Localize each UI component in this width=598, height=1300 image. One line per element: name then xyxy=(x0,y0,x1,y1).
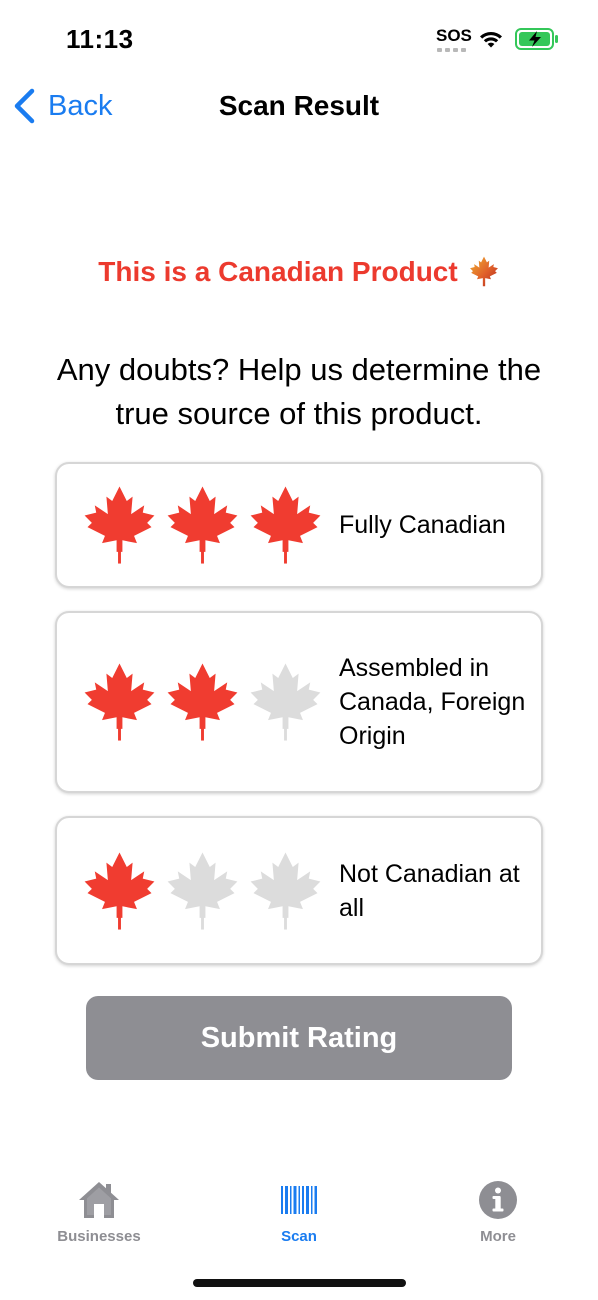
home-indicator xyxy=(193,1279,406,1287)
tab-label: Scan xyxy=(281,1228,317,1245)
screen: 11:13 SOS Back Scan Result This is a Can… xyxy=(0,0,598,1300)
status-bar: 11:13 SOS xyxy=(0,0,598,80)
maple-leaf-rating xyxy=(83,851,323,931)
home-icon xyxy=(79,1182,119,1218)
result-headline: This is a Canadian Product xyxy=(0,256,598,288)
maple-leaf-empty-icon xyxy=(167,851,238,930)
maple-leaf-emoji-icon xyxy=(469,256,498,287)
info-icon xyxy=(479,1181,517,1219)
navigation-bar: Back Scan Result xyxy=(0,80,598,134)
option-label: Assembled in Canada, Foreign Origin xyxy=(339,654,526,750)
status-time: 11:13 xyxy=(66,24,134,54)
option-label: Fully Canadian xyxy=(339,511,506,539)
maple-leaf-filled-icon xyxy=(84,663,155,741)
rating-prompt: Any doubts? Help us determine the true s… xyxy=(56,352,542,431)
maple-leaf-empty-icon xyxy=(250,851,321,930)
sos-indicator: SOS xyxy=(436,26,472,45)
option-card-fully-canadian[interactable]: Fully Canadian xyxy=(55,462,543,588)
option-card-assembled-in-canada[interactable]: Assembled in Canada, Foreign Origin xyxy=(55,611,543,793)
maple-leaf-rating xyxy=(83,662,323,742)
maple-leaf-filled-icon xyxy=(84,851,155,930)
tab-label: Businesses xyxy=(57,1228,141,1245)
submit-rating-button[interactable]: Submit Rating xyxy=(86,996,512,1080)
wifi-icon xyxy=(480,32,502,48)
page-title: Scan Result xyxy=(218,90,380,121)
result-headline-text: This is a Canadian Product xyxy=(98,256,458,287)
tab-label: More xyxy=(480,1228,516,1245)
tab-more[interactable]: More xyxy=(438,1170,558,1250)
tab-bar: Businesses Scan More xyxy=(0,1170,598,1260)
maple-leaf-empty-icon xyxy=(250,663,321,741)
option-label: Not Canadian at all xyxy=(339,859,520,922)
maple-leaf-rating xyxy=(83,485,323,565)
signal-dots-icon xyxy=(437,48,467,52)
maple-leaf-filled-icon xyxy=(84,486,155,564)
barcode-icon xyxy=(281,1186,317,1214)
tab-businesses[interactable]: Businesses xyxy=(39,1170,159,1250)
maple-leaf-filled-icon xyxy=(167,486,238,564)
maple-leaf-filled-icon xyxy=(167,663,238,741)
maple-leaf-filled-icon xyxy=(250,486,321,564)
tab-scan[interactable]: Scan xyxy=(239,1170,359,1250)
option-card-not-canadian[interactable]: Not Canadian at all xyxy=(55,816,543,965)
battery-charging-icon xyxy=(515,28,558,50)
